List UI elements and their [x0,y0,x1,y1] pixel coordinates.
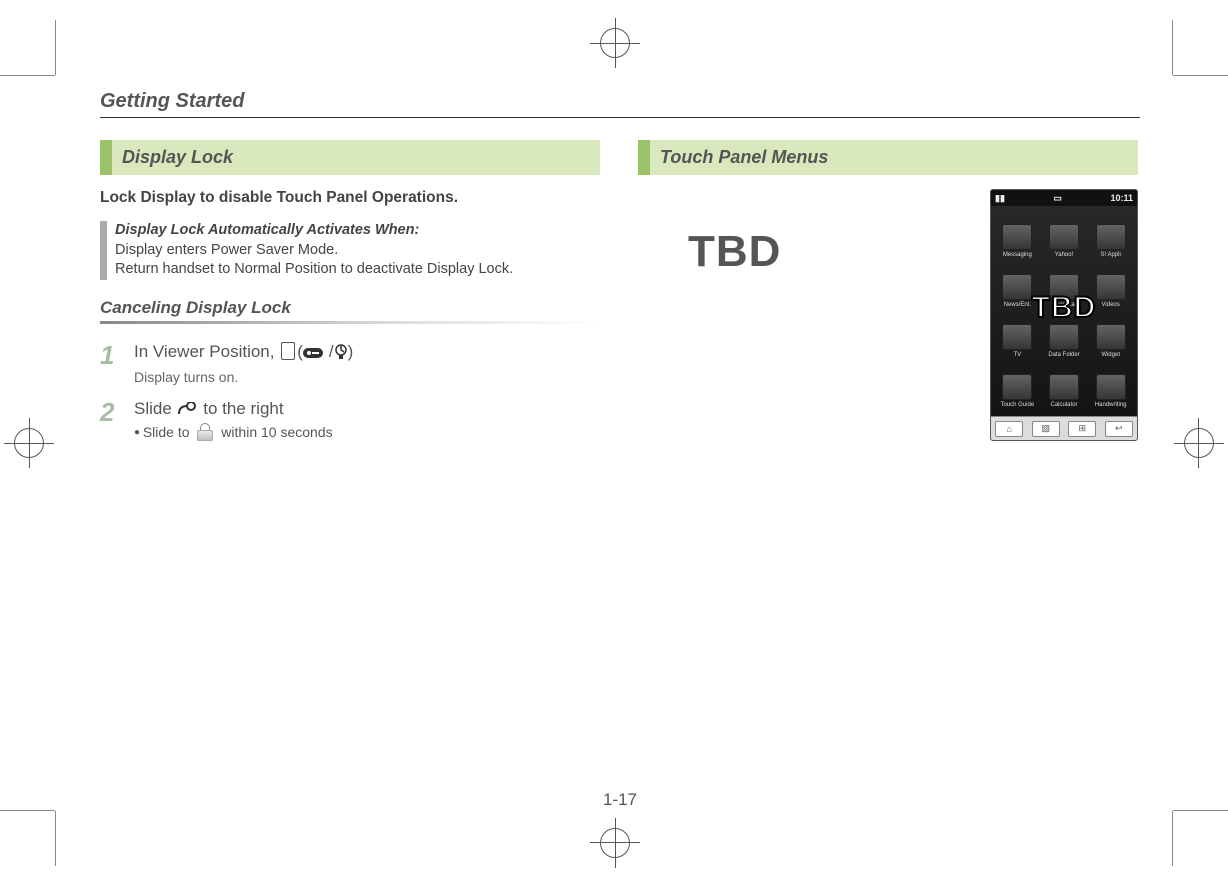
crop-mark [0,810,55,811]
crop-mark [1173,75,1228,76]
note-body: Display Lock Automatically Activates Whe… [115,221,513,280]
app-icon [1002,274,1032,300]
text-fragment: to the right [199,399,284,418]
note-accent-bar [100,221,107,280]
app-messaging: Messaging [995,210,1040,258]
crop-mark [55,811,56,866]
phone-tbd-overlay: TBD [1032,291,1097,325]
app-handwriting: Handwriting [1088,360,1133,408]
crop-mark [55,20,56,75]
app-icon [1096,274,1126,300]
banner-label: Touch Panel Menus [650,140,1138,175]
phone-grid-button: ⊞ [1068,421,1096,437]
app-icon [1096,324,1126,350]
note-line: Return handset to Normal Position to dea… [115,260,513,280]
lock-icon [197,423,213,441]
app-label: Videos [1102,302,1120,308]
phone-button-bar: ⌂ ▧ ⊞ ↩ [991,416,1137,440]
hold-key-icon [334,344,348,365]
app-label: Calculator [1050,402,1077,408]
app-icon [1049,224,1079,250]
note-block: Display Lock Automatically Activates Whe… [100,221,600,280]
step-body: Slide to the right Slide to within 10 se… [134,399,600,441]
step-text: Slide to the right [134,399,600,419]
text-fragment: Slide to [143,424,194,440]
step-body: In Viewer Position, (/) Display turns on… [134,342,600,385]
lead-text: Lock Display to disable Touch Panel Oper… [100,189,600,207]
step-text: In Viewer Position, (/) [134,342,600,365]
step-number: 1 [100,342,120,385]
app-calculator: Calculator [1042,360,1087,408]
registration-mark [615,18,616,68]
phone-home-button: ⌂ [995,421,1023,437]
breadcrumb: Getting Started [100,90,1140,113]
app-label: News/Ent. [1004,302,1031,308]
two-column-layout: Display Lock Lock Display to disable Tou… [100,140,1140,455]
app-label: Handwriting [1095,402,1127,408]
app-label: Messaging [1003,252,1032,258]
app-label: TV [1013,352,1021,358]
side-key-icon [281,342,295,360]
app-sappli: S! Appli [1088,210,1133,258]
app-icon [1002,374,1032,400]
step-1: 1 In Viewer Position, (/) Display turns … [100,342,600,385]
registration-mark [1198,418,1199,468]
phone-back-button: ↩ [1105,421,1133,437]
crop-mark [1173,810,1228,811]
app-icon [1096,374,1126,400]
section-banner-display-lock: Display Lock [100,140,600,175]
phone-app-grid: Messaging Yahoo! S! Appli News/Ent. Came… [991,206,1137,410]
card-icon: ▭ [1053,193,1062,204]
text-fragment: Slide [134,399,177,418]
crop-mark [0,75,55,76]
text-fragment: ) [348,342,354,361]
registration-mark [615,818,616,868]
lock-key-icon [303,345,329,365]
subheading-canceling: Canceling Display Lock [100,298,600,328]
app-icon [1049,374,1079,400]
app-label: S! Appli [1100,252,1120,258]
banner-accent-bar [100,140,112,175]
text-fragment: In Viewer Position, [134,342,279,361]
registration-mark [1174,443,1224,444]
step-bullet: Slide to within 10 seconds [134,423,600,441]
step-subtext: Display turns on. [134,369,600,385]
registration-mark [29,418,30,468]
right-column: Touch Panel Menus TBD ▮▮ ▭ 10:11 Messagi… [638,140,1138,455]
signal-icon: ▮▮ [995,193,1005,204]
crop-mark [1172,20,1173,75]
app-label: Yahoo! [1055,252,1074,258]
note-title: Display Lock Automatically Activates Whe… [115,221,513,241]
tbd-label: TBD [688,227,781,277]
page-content: Getting Started Display Lock Lock Displa… [100,90,1140,810]
page-number: 1-17 [603,790,637,810]
banner-accent-bar [638,140,650,175]
left-column: Display Lock Lock Display to disable Tou… [100,140,600,455]
phone-statusbar: ▮▮ ▭ 10:11 [991,190,1137,206]
app-label: Data Folder [1048,352,1079,358]
app-yahoo: Yahoo! [1042,210,1087,258]
app-icon [1049,324,1079,350]
right-content: TBD ▮▮ ▭ 10:11 Messaging Yahoo! S! Appli… [638,189,1138,449]
text-fragment: within 10 seconds [217,424,332,440]
app-touchguide: Touch Guide [995,360,1040,408]
section-banner-touch-panel: Touch Panel Menus [638,140,1138,175]
step-number: 2 [100,399,120,441]
banner-label: Display Lock [112,140,600,175]
slide-key-icon [177,402,199,416]
clock-text: 10:11 [1110,193,1133,203]
phone-mockup: ▮▮ ▭ 10:11 Messaging Yahoo! S! Appli New… [990,189,1138,441]
app-icon [1002,324,1032,350]
note-line: Display enters Power Saver Mode. [115,241,513,261]
crop-mark [1172,811,1173,866]
phone-pic-button: ▧ [1032,421,1060,437]
app-label: Touch Guide [1000,402,1034,408]
header-rule [100,117,1140,118]
app-icon [1096,224,1126,250]
app-label: Widget [1101,352,1120,358]
step-2: 2 Slide to the right Slide to within 10 … [100,399,600,441]
app-icon [1002,224,1032,250]
